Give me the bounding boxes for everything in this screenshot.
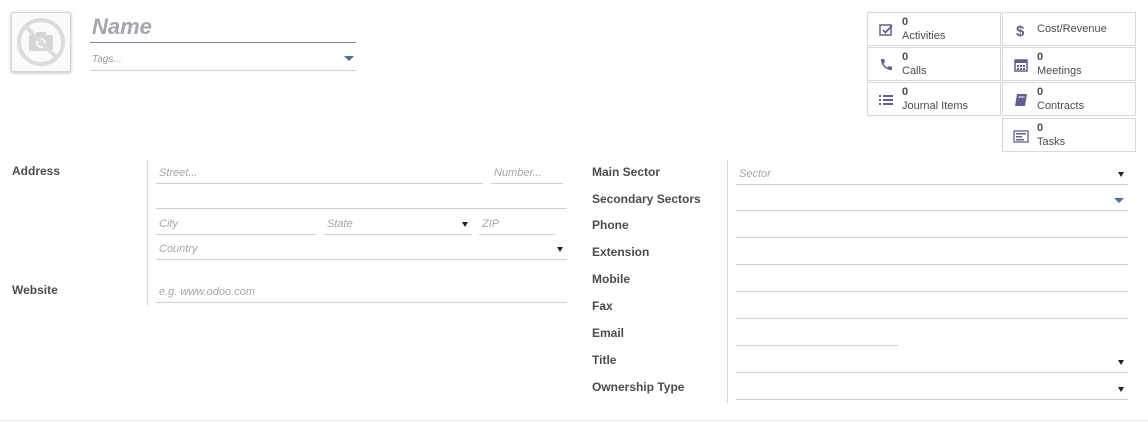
secondary-sectors-label: Secondary Sectors [592,192,701,206]
country-placeholder: Country [159,243,198,255]
main-sector-placeholder: Sector [739,168,771,180]
contracts-label: Contracts [1037,100,1085,112]
calls-label: Calls [902,65,927,77]
main-sector-label: Main Sector [592,165,661,179]
fax-label: Fax [592,299,613,313]
chevron-down-icon [462,222,468,227]
check-square-icon [879,24,893,36]
left-divider [147,160,148,306]
contracts-button[interactable]: 0 Contracts [1002,82,1136,116]
tags-placeholder: Tags... [92,54,122,65]
state-select[interactable]: State [324,215,472,235]
city-input[interactable]: City [156,215,316,235]
activities-button[interactable]: 0 Activities [867,12,1001,46]
title-label: Title [592,353,617,367]
extension-input[interactable] [736,245,1128,265]
name-input[interactable]: Name [90,12,356,43]
chevron-down-icon [1118,387,1124,392]
chevron-down-icon [1118,172,1124,177]
cost-revenue-label: Cost/Revenue [1037,23,1107,35]
list-icon [879,95,893,105]
title-select[interactable] [736,353,1128,373]
street-number-input[interactable]: Number... [491,164,563,184]
main-sector-select[interactable]: Sector [736,165,1128,185]
mobile-input[interactable] [736,272,1128,292]
calendar-icon [1014,59,1028,72]
country-select[interactable]: Country [156,240,567,260]
extension-label: Extension [592,245,650,259]
tasks-label: Tasks [1037,136,1066,148]
website-input[interactable]: e.g. www.odoo.com [156,283,567,303]
ownership-type-label: Ownership Type [592,380,685,394]
fax-input[interactable] [736,299,1128,319]
phone-label: Phone [592,218,629,232]
cost-revenue-button[interactable]: $ Cost/Revenue [1002,12,1136,46]
website-label: Website [12,283,58,297]
street2-input[interactable] [156,189,567,209]
avatar[interactable] [11,12,71,72]
chevron-down-icon[interactable] [344,56,354,61]
calls-count: 0 [902,51,909,63]
phone-input[interactable] [736,218,1128,238]
ownership-type-select[interactable] [736,380,1128,400]
chevron-down-icon [557,247,563,252]
address-label: Address [12,164,61,178]
no-photo-camera-icon [17,18,65,66]
tasks-icon [1013,130,1029,143]
tags-input[interactable]: Tags... [90,50,356,71]
calls-button[interactable]: 0 Calls [867,47,1001,81]
mobile-label: Mobile [592,272,630,286]
right-divider [727,160,728,403]
email-input[interactable] [736,326,898,346]
journal-items-count: 0 [902,86,909,98]
dollar-icon: $ [1016,23,1025,38]
phone-icon [880,59,892,71]
meetings-count: 0 [1037,51,1044,63]
meetings-label: Meetings [1037,65,1082,77]
street-input[interactable]: Street... [156,164,483,184]
chevron-down-icon[interactable] [1114,198,1124,203]
activities-label: Activities [902,30,946,42]
form-bottom-divider [0,420,1148,421]
contracts-count: 0 [1037,86,1044,98]
activities-count: 0 [902,16,909,28]
email-label: Email [592,326,625,340]
svg-text:$: $ [1016,23,1025,38]
tasks-button[interactable]: 0 Tasks [1002,118,1136,152]
zip-input[interactable]: ZIP [479,215,555,235]
tasks-count: 0 [1037,122,1044,134]
state-placeholder: State [327,218,353,230]
journal-items-button[interactable]: 0 Journal Items [867,82,1001,116]
book-icon [1015,94,1027,106]
secondary-sectors-input[interactable] [736,191,1128,211]
journal-items-label: Journal Items [902,100,969,112]
chevron-down-icon [1118,360,1124,365]
meetings-button[interactable]: 0 Meetings [1002,47,1136,81]
